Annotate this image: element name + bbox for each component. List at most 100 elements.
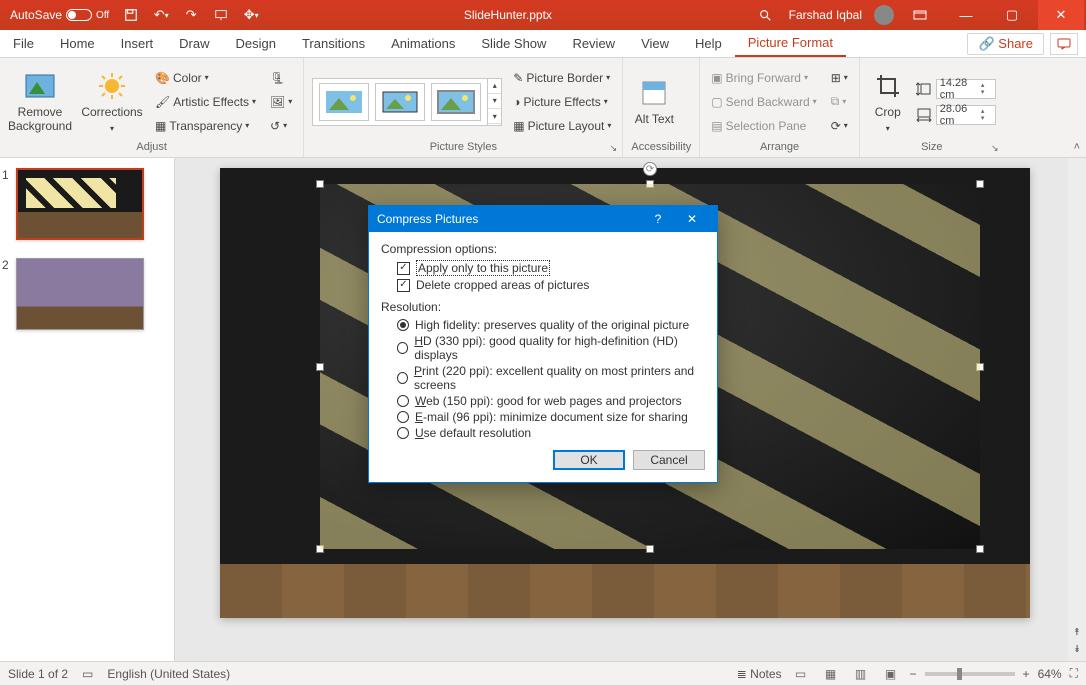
change-picture-button[interactable]: 🖼▾	[267, 91, 295, 113]
resize-handle[interactable]	[976, 363, 984, 371]
compress-pictures-button[interactable]: 🗜	[267, 67, 295, 89]
corrections-button[interactable]: Corrections▾	[80, 70, 144, 133]
slide-thumb-1[interactable]: 1	[16, 168, 166, 240]
tab-insert[interactable]: Insert	[108, 30, 167, 57]
size-launcher[interactable]: ↘	[989, 142, 1001, 154]
ribbon-display-icon[interactable]	[900, 0, 940, 30]
color-button[interactable]: 🎨Color ▾	[152, 67, 259, 89]
width-input[interactable]: 28.06 cm▴▾	[916, 105, 996, 125]
style-item-3[interactable]	[431, 83, 481, 121]
slideshow-view-icon[interactable]: ▣	[880, 666, 902, 682]
collapse-ribbon-icon[interactable]: ˄	[1074, 141, 1080, 153]
redo-icon[interactable]: ↷	[179, 1, 203, 29]
prev-slide-icon[interactable]: ⯭	[1074, 627, 1080, 638]
resize-handle[interactable]	[976, 180, 984, 188]
radio-high-fidelity[interactable]: High fidelity: preserves quality of the …	[381, 318, 705, 332]
tab-transitions[interactable]: Transitions	[289, 30, 378, 57]
style-item-2[interactable]	[375, 83, 425, 121]
picture-effects-button[interactable]: ◑Picture Effects ▾	[510, 91, 614, 113]
tab-view[interactable]: View	[628, 30, 682, 57]
color-icon: 🎨	[155, 71, 170, 85]
share-button[interactable]: 🔗 Share	[967, 33, 1044, 55]
zoom-out-icon[interactable]: −	[910, 667, 917, 681]
resize-handle[interactable]	[976, 545, 984, 553]
dialog-close-icon[interactable]: ✕	[675, 206, 709, 232]
dialog-help-icon[interactable]: ?	[641, 206, 675, 232]
touch-mode-icon[interactable]: ✥▾	[239, 1, 263, 29]
fit-to-window-icon[interactable]: ⛶	[1070, 666, 1078, 681]
save-icon[interactable]	[119, 1, 143, 29]
language-status[interactable]: English (United States)	[107, 667, 230, 681]
maximize-icon[interactable]: ▢	[992, 0, 1032, 30]
radio-default[interactable]: Use default resolution	[381, 426, 705, 440]
slide-thumb-2[interactable]: 2	[16, 258, 166, 330]
crop-button[interactable]: Crop▾	[868, 70, 908, 133]
tab-help[interactable]: Help	[682, 30, 735, 57]
picture-style-gallery[interactable]	[312, 78, 488, 126]
autosave-state: Off	[96, 10, 109, 21]
remove-background-button[interactable]: Remove Background	[8, 70, 72, 134]
reading-view-icon[interactable]: ▥	[850, 666, 872, 682]
artistic-effects-button[interactable]: 🖌Artistic Effects ▾	[152, 91, 259, 113]
zoom-value[interactable]: 64%	[1038, 667, 1062, 681]
resize-handle[interactable]	[646, 545, 654, 553]
alt-text-button[interactable]: Alt Text	[631, 77, 677, 127]
backward-icon: ▢	[711, 95, 722, 109]
autosave-toggle[interactable]: AutoSave Off	[6, 8, 113, 22]
present-from-start-icon[interactable]	[209, 1, 233, 29]
zoom-in-icon[interactable]: +	[1023, 667, 1030, 681]
slide-counter[interactable]: Slide 1 of 2	[8, 667, 68, 681]
rotate-handle[interactable]: ⟳	[643, 162, 657, 176]
transparency-button[interactable]: ▦Transparency ▾	[152, 115, 259, 137]
tab-slideshow[interactable]: Slide Show	[468, 30, 559, 57]
picture-layout-button[interactable]: ▦Picture Layout ▾	[510, 115, 614, 137]
toggle-switch[interactable]	[66, 9, 92, 21]
send-backward-button[interactable]: ▢Send Backward ▾	[708, 91, 819, 113]
radio-print[interactable]: Print (220 ppi): excellent quality on mo…	[381, 364, 705, 392]
selection-pane-button[interactable]: ▤Selection Pane	[708, 115, 819, 137]
notes-button[interactable]: ≣ Notes	[737, 667, 782, 681]
resize-handle[interactable]	[316, 545, 324, 553]
group-button[interactable]: ⧉▾	[828, 91, 851, 113]
vertical-scrollbar[interactable]: ⯭ ⯯	[1068, 158, 1086, 661]
radio-email[interactable]: E-mail (96 ppi): minimize document size …	[381, 410, 705, 424]
minimize-icon[interactable]: —	[946, 0, 986, 30]
accessibility-status-icon[interactable]: ▭	[82, 667, 93, 681]
resize-handle[interactable]	[646, 180, 654, 188]
undo-icon[interactable]: ↶▾	[149, 1, 173, 29]
gallery-scroll[interactable]: ▴▾▾	[488, 78, 502, 126]
dialog-title: Compress Pictures	[377, 212, 478, 226]
height-input[interactable]: 14.28 cm▴▾	[916, 79, 996, 99]
dialog-titlebar[interactable]: Compress Pictures ? ✕	[369, 206, 717, 232]
tab-home[interactable]: Home	[47, 30, 108, 57]
radio-web[interactable]: Web (150 ppi): good for web pages and pr…	[381, 394, 705, 408]
resize-handle[interactable]	[316, 363, 324, 371]
picture-border-button[interactable]: ✎Picture Border ▾	[510, 67, 614, 89]
tab-animations[interactable]: Animations	[378, 30, 468, 57]
tab-picture-format[interactable]: Picture Format	[735, 30, 846, 57]
cancel-button[interactable]: Cancel	[633, 450, 705, 470]
normal-view-icon[interactable]: ▭	[790, 666, 812, 682]
sorter-view-icon[interactable]: ▦	[820, 666, 842, 682]
reset-picture-button[interactable]: ↺▾	[267, 115, 295, 137]
tab-design[interactable]: Design	[223, 30, 289, 57]
align-button[interactable]: ⊞▾	[828, 67, 851, 89]
user-avatar[interactable]	[874, 5, 894, 25]
radio-hd[interactable]: HD (330 ppi): good quality for high-defi…	[381, 334, 705, 362]
tab-file[interactable]: File	[0, 30, 47, 57]
delete-cropped-checkbox[interactable]: Delete cropped areas of pictures	[381, 278, 705, 292]
tab-draw[interactable]: Draw	[166, 30, 222, 57]
rotate-button[interactable]: ⟳▾	[828, 115, 851, 137]
zoom-slider[interactable]	[925, 672, 1015, 676]
style-item-1[interactable]	[319, 83, 369, 121]
resize-handle[interactable]	[316, 180, 324, 188]
ok-button[interactable]: OK	[553, 450, 625, 470]
comments-button[interactable]	[1050, 33, 1078, 55]
search-icon[interactable]	[753, 1, 777, 29]
close-icon[interactable]: ✕	[1038, 0, 1084, 30]
apply-only-checkbox[interactable]: Apply only to this picture	[381, 260, 705, 276]
bring-forward-button[interactable]: ▣Bring Forward ▾	[708, 67, 819, 89]
tab-review[interactable]: Review	[559, 30, 628, 57]
next-slide-icon[interactable]: ⯯	[1074, 644, 1080, 655]
styles-launcher[interactable]: ↘	[607, 142, 619, 154]
